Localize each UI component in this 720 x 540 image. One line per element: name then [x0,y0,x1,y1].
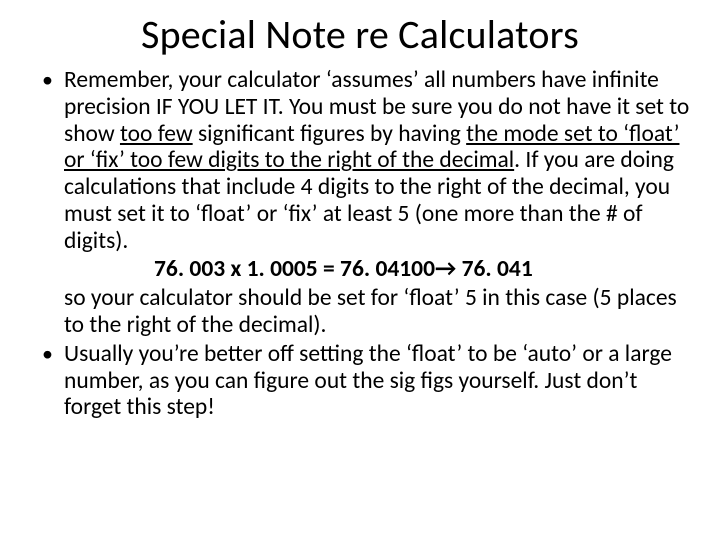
slide: Special Note re Calculators Remember, yo… [0,0,720,540]
bullet-1-underline-1: too few [120,120,193,148]
equation: 76. 003 x 1. 0005 = 76. 04100→ 76. 041 [64,256,690,283]
bullet-2: Usually you’re better off setting the ‘f… [64,341,690,421]
slide-body: Remember, your calculator ‘assumes’ all … [30,67,690,421]
bullet-1-continuation: so your calculator should be set for ‘fl… [64,285,690,339]
slide-title: Special Note re Calculators [30,10,690,59]
bullet-1-text-b: significant figures by having [193,120,467,148]
bullet-1: Remember, your calculator ‘assumes’ all … [64,67,690,339]
